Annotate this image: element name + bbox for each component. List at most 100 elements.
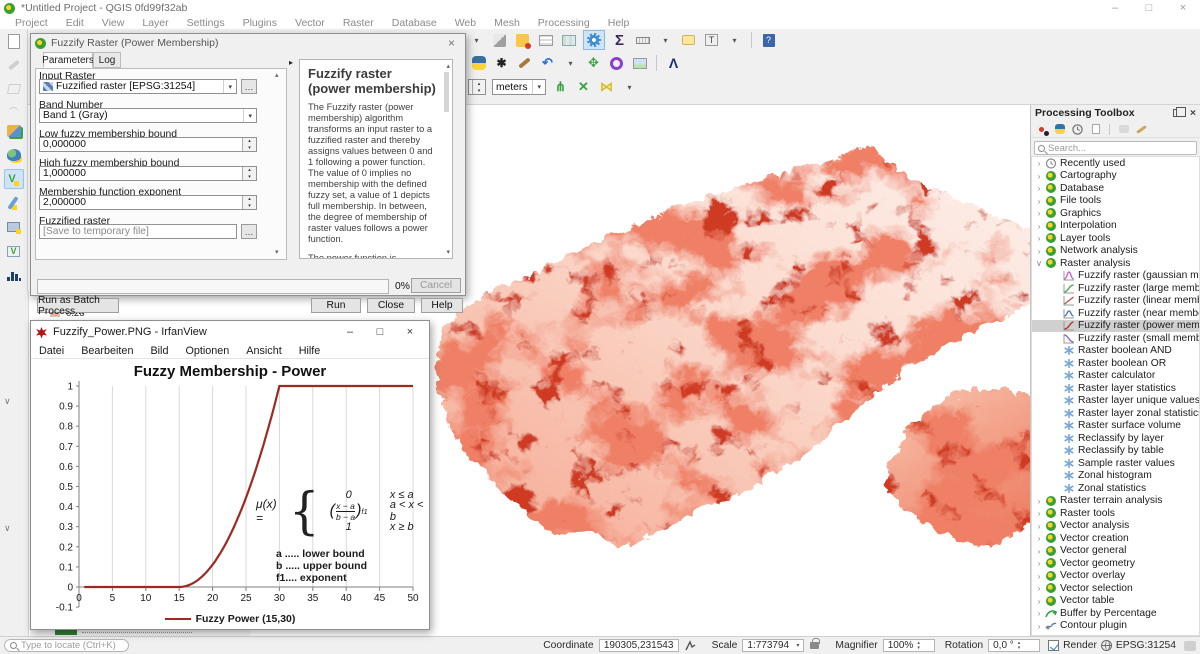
donut-plugin-icon[interactable] <box>608 55 625 71</box>
scroll-up-icon[interactable]: ▴ <box>275 71 279 79</box>
spin-buttons[interactable]: ▴▾ <box>242 167 256 180</box>
menu-vector[interactable]: Vector <box>286 17 334 29</box>
map-tips-icon[interactable] <box>680 32 697 48</box>
locator-input[interactable]: Type to locate (Ctrl+K) <box>4 639 129 652</box>
geometry-tool-icon[interactable] <box>4 79 24 99</box>
coordinate-value[interactable]: 190305,231543 <box>599 639 679 652</box>
field-file[interactable]: [Save to temporary file] <box>39 224 237 239</box>
tree-item-zonal-statistics[interactable]: Zonal statistics <box>1032 482 1199 495</box>
debug-bug-icon[interactable]: ✱ <box>493 55 510 71</box>
help-button[interactable]: Help <box>421 298 463 313</box>
new-annotation-icon[interactable] <box>514 32 531 48</box>
new-spatialite-icon[interactable] <box>4 193 24 213</box>
expander-closed-icon[interactable]: › <box>1034 546 1044 556</box>
history-clock-icon[interactable] <box>1071 123 1084 136</box>
menu-settings[interactable]: Settings <box>178 17 234 29</box>
tree-item-file-tools[interactable]: ›File tools <box>1032 195 1199 208</box>
cancel-button[interactable]: Cancel <box>411 278 461 293</box>
tree-item-raster-layer-zonal-statistics[interactable]: Raster layer zonal statistics <box>1032 407 1199 420</box>
scroll-down-icon[interactable]: ▾ <box>275 248 279 256</box>
measure-dropdown-icon[interactable]: ▾ <box>657 32 674 48</box>
north-arrow-icon[interactable] <box>491 32 508 48</box>
field-spin[interactable]: 0,000000▴▾ <box>39 137 257 152</box>
processing-toolbox-button[interactable] <box>583 30 605 50</box>
minimize-button[interactable]: – <box>1098 0 1132 16</box>
tree-item-layer-tools[interactable]: ›Layer tools <box>1032 232 1199 245</box>
menu-processing[interactable]: Processing <box>529 17 599 29</box>
run-as-batch-button[interactable]: Run as Batch Process... <box>37 298 119 313</box>
expander-closed-icon[interactable]: › <box>1034 208 1044 218</box>
tree-item-vector-creation[interactable]: ›Vector creation <box>1032 532 1199 545</box>
help-scroll-down-icon[interactable]: ▾ <box>446 248 450 256</box>
menu-database[interactable]: Database <box>383 17 446 29</box>
snapping-tolerance-spinner[interactable]: ▴▾ <box>468 79 486 95</box>
new-geopackage-icon[interactable] <box>4 145 24 165</box>
python-console-icon[interactable] <box>470 55 487 71</box>
iv-maximize-button[interactable]: □ <box>365 326 395 338</box>
tree-item-buffer-by-percentage[interactable]: ›Buffer by Percentage <box>1032 607 1199 620</box>
new-virtual-layer-icon[interactable]: V <box>4 241 24 261</box>
magnifier-spinner[interactable]: 100%▴▾ <box>883 639 935 652</box>
tree-item-raster-tools[interactable]: ›Raster tools <box>1032 507 1199 520</box>
messages-icon[interactable] <box>1184 641 1196 651</box>
iv-menu-datei[interactable]: Datei <box>39 345 64 357</box>
tree-item-sample-raster-values[interactable]: Sample raster values <box>1032 457 1199 470</box>
field-combo[interactable]: Band 1 (Gray)▾ <box>39 108 257 123</box>
tree-item-raster-boolean-or[interactable]: Raster boolean OR <box>1032 357 1199 370</box>
tree-item-vector-overlay[interactable]: ›Vector overlay <box>1032 570 1199 583</box>
snapping-intersection-icon[interactable]: ✕ <box>575 79 592 95</box>
expander-closed-icon[interactable]: › <box>1034 533 1044 543</box>
tree-item-fuzzify-raster-near-membership-[interactable]: Fuzzify raster (near membership) <box>1032 307 1199 320</box>
tree-item-fuzzify-raster-large-membership-[interactable]: Fuzzify raster (large membership) <box>1032 282 1199 295</box>
scale-combo[interactable]: 1:773794▾ <box>742 639 804 652</box>
close-button[interactable]: × <box>1166 0 1200 16</box>
undo-dropdown-icon[interactable]: ▾ <box>562 55 579 71</box>
comment-icon[interactable] <box>1117 123 1130 136</box>
iv-minimize-button[interactable]: – <box>335 326 365 338</box>
expander-closed-icon[interactable]: › <box>1034 596 1044 606</box>
spin-buttons[interactable]: ▴▾ <box>242 138 256 151</box>
tree-item-vector-general[interactable]: ›Vector general <box>1032 545 1199 558</box>
help-scrollbar-thumb[interactable] <box>444 72 449 112</box>
menu-plugins[interactable]: Plugins <box>234 17 286 29</box>
touch-hand-icon[interactable]: ✥ <box>585 55 602 71</box>
browse-button[interactable]: … <box>241 224 257 239</box>
extents-icon[interactable] <box>684 640 697 652</box>
menu-help[interactable]: Help <box>599 17 639 29</box>
expander-closed-icon[interactable]: › <box>1034 521 1044 531</box>
tree-item-interpolation[interactable]: ›Interpolation <box>1032 220 1199 233</box>
image-export-icon[interactable] <box>631 55 648 71</box>
tree-item-reclassify-by-layer[interactable]: Reclassify by layer <box>1032 432 1199 445</box>
snapping-vertex-icon[interactable]: ⋔ <box>552 79 569 95</box>
node-tool-icon[interactable] <box>4 103 24 117</box>
dialog-close-icon[interactable]: × <box>442 36 461 50</box>
help-scroll-up-icon[interactable]: ▴ <box>446 62 450 70</box>
rotation-spinner[interactable]: 0,0 °▴▾ <box>988 639 1040 652</box>
tree-item-reclassify-by-table[interactable]: Reclassify by table <box>1032 445 1199 458</box>
python-scripts-icon[interactable] <box>1053 123 1066 136</box>
tree-item-vector-table[interactable]: ›Vector table <box>1032 595 1199 608</box>
iv-menu-ansicht[interactable]: Ansicht <box>246 345 281 357</box>
tree-item-network-analysis[interactable]: ›Network analysis <box>1032 245 1199 258</box>
snapping-segment-icon[interactable]: ⋈ <box>598 79 615 95</box>
text-annotation-icon[interactable]: T <box>703 32 720 48</box>
models-icon[interactable] <box>1035 123 1048 136</box>
expander-closed-icon[interactable]: › <box>1034 583 1044 593</box>
lambda-plugin-icon[interactable]: Λ <box>665 55 682 71</box>
tree-item-zonal-histogram[interactable]: Zonal histogram <box>1032 470 1199 483</box>
tree-item-cartography[interactable]: ›Cartography <box>1032 170 1199 183</box>
tree-item-fuzzify-raster-small-membership-[interactable]: Fuzzify raster (small membership) <box>1032 332 1199 345</box>
undo-arrow-icon[interactable]: ↶ <box>539 55 556 71</box>
dock-scroll-chevron-icon[interactable]: ∨ <box>4 396 11 407</box>
tab-parameters[interactable]: Parameters <box>43 52 93 68</box>
tree-item-recently-used[interactable]: ›Recently used <box>1032 157 1199 170</box>
iv-close-button[interactable]: × <box>395 326 425 338</box>
snapping-dropdown-icon[interactable]: ▾ <box>621 79 638 95</box>
menu-raster[interactable]: Raster <box>334 17 383 29</box>
new-shapefile-icon[interactable]: V <box>4 169 24 189</box>
tree-item-vector-selection[interactable]: ›Vector selection <box>1032 582 1199 595</box>
tree-item-fuzzify-raster-power-membership-[interactable]: Fuzzify raster (power membership) <box>1032 320 1199 333</box>
toolbox-search-input[interactable]: Search... <box>1034 141 1197 155</box>
expander-closed-icon[interactable]: › <box>1034 196 1044 206</box>
new-layer-icon[interactable] <box>4 121 24 141</box>
